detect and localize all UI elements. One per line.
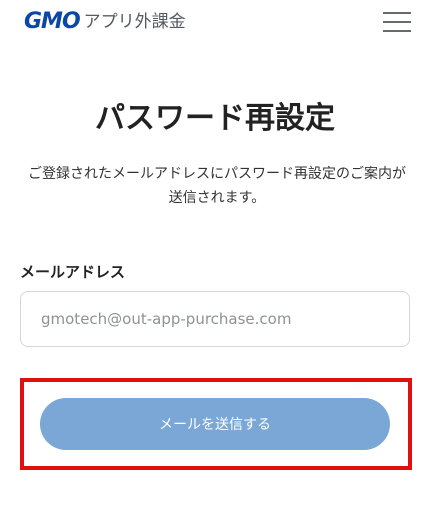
menu-line bbox=[383, 21, 411, 23]
page-title: パスワード再設定 bbox=[95, 101, 335, 136]
send-email-button[interactable]: メールを送信する bbox=[40, 398, 390, 450]
email-input[interactable] bbox=[20, 291, 410, 347]
header: GMO アプリ外課金 bbox=[0, 0, 430, 44]
logo[interactable]: GMO アプリ外課金 bbox=[24, 10, 186, 34]
menu-line bbox=[383, 12, 411, 14]
menu-line bbox=[383, 30, 411, 32]
hamburger-menu-icon[interactable] bbox=[383, 10, 411, 34]
password-reset-page: GMO アプリ外課金 パスワード再設定 ご登録されたメールアドレスにパスワード再… bbox=[0, 0, 430, 520]
logo-subtitle: アプリ外課金 bbox=[83, 12, 186, 32]
description-text: ご登録されたメールアドレスにパスワード再設定のご案内が送信されます。 bbox=[28, 166, 406, 206]
logo-brand: GMO bbox=[24, 9, 81, 34]
email-label: メールアドレス bbox=[20, 263, 126, 281]
